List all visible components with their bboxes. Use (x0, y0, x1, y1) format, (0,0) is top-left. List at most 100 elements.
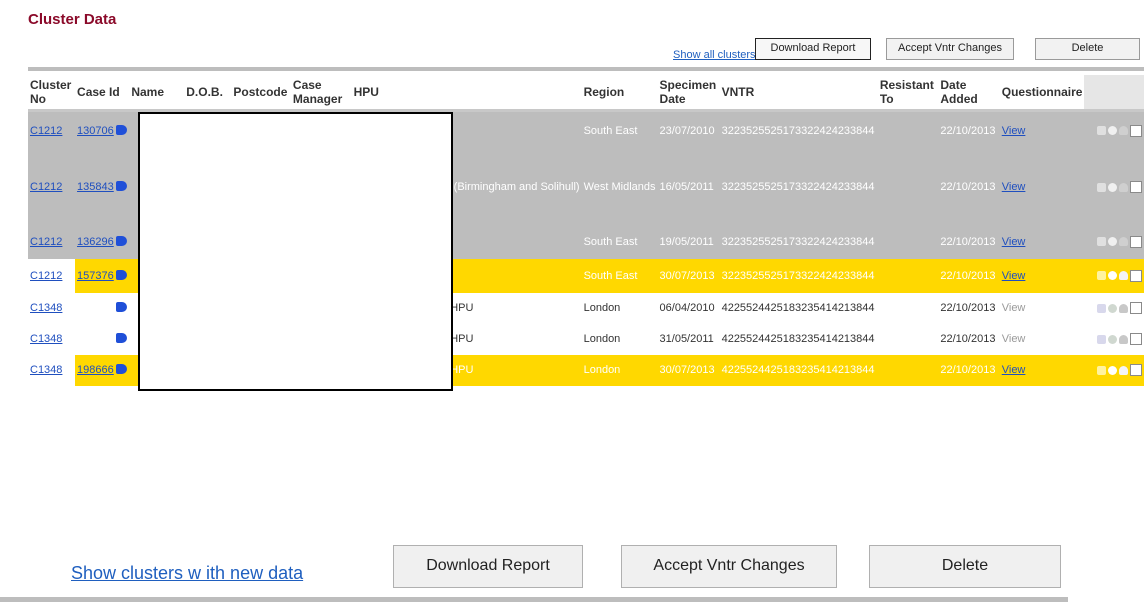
view-link[interactable]: View (1002, 364, 1026, 376)
vntr-cell: 4225524425183235414213844 (719, 323, 878, 355)
view-link[interactable]: View (1002, 270, 1026, 282)
header-divider (28, 67, 1144, 71)
pie-icon[interactable] (1108, 271, 1117, 281)
show-clusters-new-data-link[interactable]: Show clusters w ith new data (71, 563, 303, 584)
resistant-cell (877, 354, 939, 386)
col-date-added[interactable]: Date Added (938, 75, 1000, 112)
edit-icon[interactable] (1097, 271, 1106, 281)
pie-icon[interactable] (1108, 126, 1117, 136)
vntr-cell: 3223525525173322424233844 (719, 110, 878, 150)
edit-icon[interactable] (1097, 365, 1106, 375)
vntr-cell: 3223525525173322424233844 (719, 149, 878, 225)
top-toolbar: Show all clusters Download Report Accept… (0, 36, 1144, 66)
col-dob[interactable]: D.O.B. (184, 75, 232, 112)
vntr-cell: 4225524425183235414213844 (719, 354, 878, 386)
flag-icon[interactable] (116, 333, 128, 343)
view-link-disabled: View (1001, 333, 1026, 345)
cluster-link[interactable]: C1212 (30, 270, 62, 282)
person-icon[interactable] (1119, 303, 1128, 313)
row-checkbox[interactable] (1130, 302, 1142, 315)
pie-icon[interactable] (1108, 334, 1117, 344)
cluster-link[interactable]: C1212 (30, 236, 62, 248)
row-checkbox[interactable] (1130, 333, 1142, 346)
col-hpu[interactable]: HPU (351, 75, 582, 112)
flag-icon[interactable] (115, 364, 127, 374)
person-icon[interactable] (1119, 237, 1128, 247)
person-icon[interactable] (1119, 365, 1128, 375)
flag-icon[interactable] (115, 124, 127, 135)
view-link[interactable]: View (1002, 125, 1026, 137)
person-icon[interactable] (1119, 334, 1128, 344)
person-icon[interactable] (1119, 182, 1128, 192)
col-specimen-date[interactable]: Specimen Date (657, 75, 720, 112)
edit-icon[interactable] (1097, 182, 1106, 192)
cluster-link[interactable]: C1348 (30, 364, 62, 376)
specimen-date-cell: 30/07/2013 (657, 354, 720, 386)
region-cell: South East (581, 224, 658, 259)
row-checkbox[interactable] (1130, 269, 1142, 282)
table-header-row: Cluster No Case Id Name D.O.B. Postcode … (28, 75, 1144, 112)
case-id-link[interactable]: 136296 (77, 236, 114, 248)
flag-icon[interactable] (115, 181, 127, 191)
case-id-link[interactable]: 198666 (77, 364, 114, 376)
col-cluster-no[interactable]: Cluster No (28, 75, 76, 112)
case-id-link[interactable]: 157376 (77, 270, 114, 282)
cluster-link[interactable]: C1212 (30, 125, 62, 137)
date-added-cell: 22/10/2013 (938, 323, 1000, 355)
date-added-cell: 22/10/2013 (938, 110, 1000, 150)
date-added-cell: 22/10/2013 (938, 258, 1000, 293)
region-cell: London (581, 354, 658, 386)
date-added-cell: 22/10/2013 (938, 354, 1000, 386)
resistant-cell (877, 323, 939, 355)
specimen-date-cell: 06/04/2010 (657, 292, 720, 324)
col-actions (1084, 75, 1144, 112)
row-checkbox[interactable] (1130, 235, 1142, 248)
pie-icon[interactable] (1108, 303, 1117, 313)
col-vntr[interactable]: VNTR (719, 75, 878, 112)
case-id-link[interactable]: 130706 (77, 125, 114, 137)
col-case-id[interactable]: Case Id (75, 75, 130, 112)
row-checkbox[interactable] (1130, 181, 1142, 194)
delete-button-top[interactable]: Delete (1035, 38, 1140, 60)
flag-icon[interactable] (115, 235, 127, 246)
col-resistant-to[interactable]: Resistant To (877, 75, 939, 112)
show-all-clusters-link[interactable]: Show all clusters (673, 49, 756, 61)
download-report-button[interactable]: Download Report (393, 545, 583, 588)
person-icon[interactable] (1119, 126, 1128, 136)
pie-icon[interactable] (1108, 182, 1117, 192)
flag-icon[interactable] (116, 302, 128, 312)
cluster-link[interactable]: C1348 (30, 302, 62, 314)
pie-icon[interactable] (1108, 365, 1117, 375)
row-checkbox[interactable] (1130, 364, 1142, 377)
view-link[interactable]: View (1002, 236, 1026, 248)
col-postcode[interactable]: Postcode (231, 75, 291, 112)
download-report-button-top[interactable]: Download Report (755, 38, 871, 60)
resistant-cell (877, 149, 939, 225)
footer-divider (0, 597, 1068, 602)
accept-vntr-changes-button[interactable]: Accept Vntr Changes (621, 545, 837, 588)
edit-icon[interactable] (1097, 334, 1106, 344)
edit-icon[interactable] (1097, 237, 1106, 247)
pie-icon[interactable] (1108, 237, 1117, 247)
col-case-manager[interactable]: Case Manager (290, 75, 352, 112)
cluster-link[interactable]: C1348 (30, 333, 62, 345)
resistant-cell (877, 110, 939, 150)
col-region[interactable]: Region (581, 75, 658, 112)
resistant-cell (877, 224, 939, 259)
cluster-link[interactable]: C1212 (30, 181, 62, 193)
col-name[interactable]: Name (129, 75, 185, 112)
region-cell: London (581, 292, 658, 324)
edit-icon[interactable] (1097, 303, 1106, 313)
date-added-cell: 22/10/2013 (938, 224, 1000, 259)
delete-button[interactable]: Delete (869, 545, 1061, 588)
row-checkbox[interactable] (1130, 124, 1142, 137)
view-link-disabled: View (1001, 302, 1026, 314)
person-icon[interactable] (1119, 271, 1128, 281)
flag-icon[interactable] (115, 269, 127, 280)
edit-icon[interactable] (1097, 126, 1106, 136)
view-link[interactable]: View (1002, 181, 1026, 193)
accept-vntr-changes-button-top[interactable]: Accept Vntr Changes (886, 38, 1014, 60)
case-id-link[interactable]: 135843 (77, 181, 114, 193)
col-questionnaire[interactable]: Questionnaire (999, 75, 1085, 112)
region-cell: South East (581, 110, 658, 150)
